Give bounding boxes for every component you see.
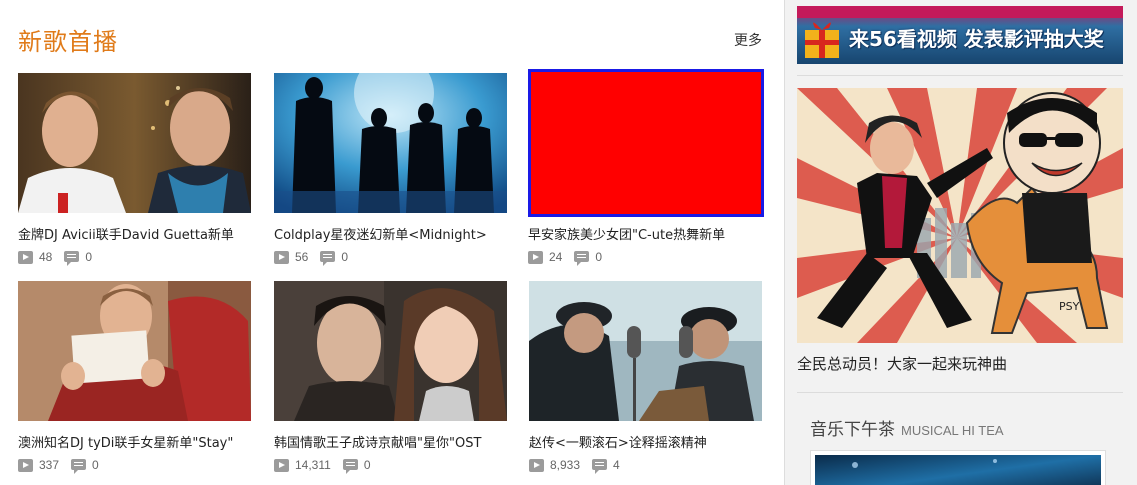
play-count: 24 bbox=[549, 250, 563, 264]
video-card: 韩国情歌王子成诗京献唱"星你"OST 14,311 0 bbox=[274, 281, 510, 474]
comment-count: 0 bbox=[595, 250, 603, 264]
play-count: 8,933 bbox=[550, 458, 581, 472]
play-count-icon bbox=[18, 458, 33, 472]
video-stats: 14,311 0 bbox=[274, 458, 383, 474]
tea-header: 音乐下午茶 MUSICAL HI TEA bbox=[810, 415, 1004, 440]
video-title[interactable]: 金牌DJ Avicii联手David Guetta新单 bbox=[18, 224, 234, 243]
section-title: 新歌首播 bbox=[18, 28, 118, 56]
tea-thumbnail[interactable] bbox=[810, 450, 1106, 485]
tea-title: 音乐下午茶 bbox=[810, 420, 895, 440]
video-title[interactable]: 赵传<一颗滚石>诠释摇滚精神 bbox=[529, 432, 707, 451]
tea-subtitle: MUSICAL HI TEA bbox=[901, 423, 1004, 438]
video-title[interactable]: 澳洲知名DJ tyDi联手女星新单"Stay" bbox=[18, 432, 233, 451]
comment-count: 0 bbox=[341, 250, 349, 264]
video-thumbnail[interactable] bbox=[274, 281, 507, 421]
play-count: 337 bbox=[39, 458, 60, 472]
comment-icon bbox=[64, 250, 80, 266]
banner-text: 来56看视频 发表影评抽大奖 bbox=[849, 27, 1104, 51]
video-stats: 24 0 bbox=[528, 250, 614, 266]
video-thumbnail[interactable] bbox=[274, 73, 507, 213]
video-title[interactable]: Coldplay星夜迷幻新单<Midnight> bbox=[274, 224, 487, 243]
video-stats: 56 0 bbox=[274, 250, 360, 266]
play-count-icon bbox=[18, 250, 33, 264]
comment-count: 0 bbox=[85, 250, 93, 264]
video-thumbnail[interactable] bbox=[18, 73, 251, 213]
play-count: 48 bbox=[39, 250, 53, 264]
comment-icon bbox=[592, 458, 608, 474]
video-card: 金牌DJ Avicii联手David Guetta新单 48 0 bbox=[18, 73, 254, 266]
poster-caption[interactable]: 全民总动员！大家一起来玩神曲 bbox=[797, 353, 1007, 374]
play-count-icon bbox=[528, 250, 543, 264]
play-count-icon bbox=[274, 250, 289, 264]
promo-banner[interactable]: 来56看视频 发表影评抽大奖 bbox=[797, 6, 1123, 64]
more-link[interactable]: 更多 bbox=[734, 30, 762, 50]
video-card: 赵传<一颗滚石>诠释摇滚精神 8,933 4 bbox=[529, 281, 765, 474]
poster-badge: PSY bbox=[1059, 300, 1080, 313]
comment-icon bbox=[342, 458, 358, 474]
sidebar: 来56看视频 发表影评抽大奖 PSY 全民总动员！大家一起来玩神曲 音乐下午茶 … bbox=[784, 0, 1137, 485]
video-card: 澳洲知名DJ tyDi联手女星新单"Stay" 337 0 bbox=[18, 281, 254, 474]
comment-count: 0 bbox=[363, 458, 371, 472]
video-thumbnail[interactable] bbox=[529, 281, 762, 421]
divider bbox=[797, 392, 1123, 393]
feature-poster[interactable]: PSY bbox=[797, 88, 1123, 343]
video-stats: 337 0 bbox=[18, 458, 111, 474]
play-count: 56 bbox=[295, 250, 309, 264]
comment-icon bbox=[574, 250, 590, 266]
video-card: 早安家族美少女团"C-ute热舞新单 24 0 bbox=[528, 69, 764, 266]
video-card: Coldplay星夜迷幻新单<Midnight> 56 0 bbox=[274, 73, 510, 266]
comment-count: 4 bbox=[613, 458, 620, 472]
comment-icon bbox=[71, 458, 87, 474]
divider bbox=[797, 75, 1123, 76]
video-stats: 8,933 4 bbox=[529, 458, 632, 474]
play-count: 14,311 bbox=[295, 458, 331, 472]
video-stats: 48 0 bbox=[18, 250, 104, 266]
video-thumbnail[interactable] bbox=[528, 69, 764, 217]
video-thumbnail[interactable] bbox=[18, 281, 251, 421]
new-songs-section: 新歌首播 更多 金牌DJ Avicii联手David Guetta新单 48 0… bbox=[0, 0, 780, 485]
video-title[interactable]: 韩国情歌王子成诗京献唱"星你"OST bbox=[274, 432, 481, 451]
comment-count: 0 bbox=[92, 458, 99, 472]
play-count-icon bbox=[274, 458, 289, 472]
play-count-icon bbox=[529, 458, 544, 472]
comment-icon bbox=[320, 250, 336, 266]
video-title[interactable]: 早安家族美少女团"C-ute热舞新单 bbox=[528, 224, 725, 243]
